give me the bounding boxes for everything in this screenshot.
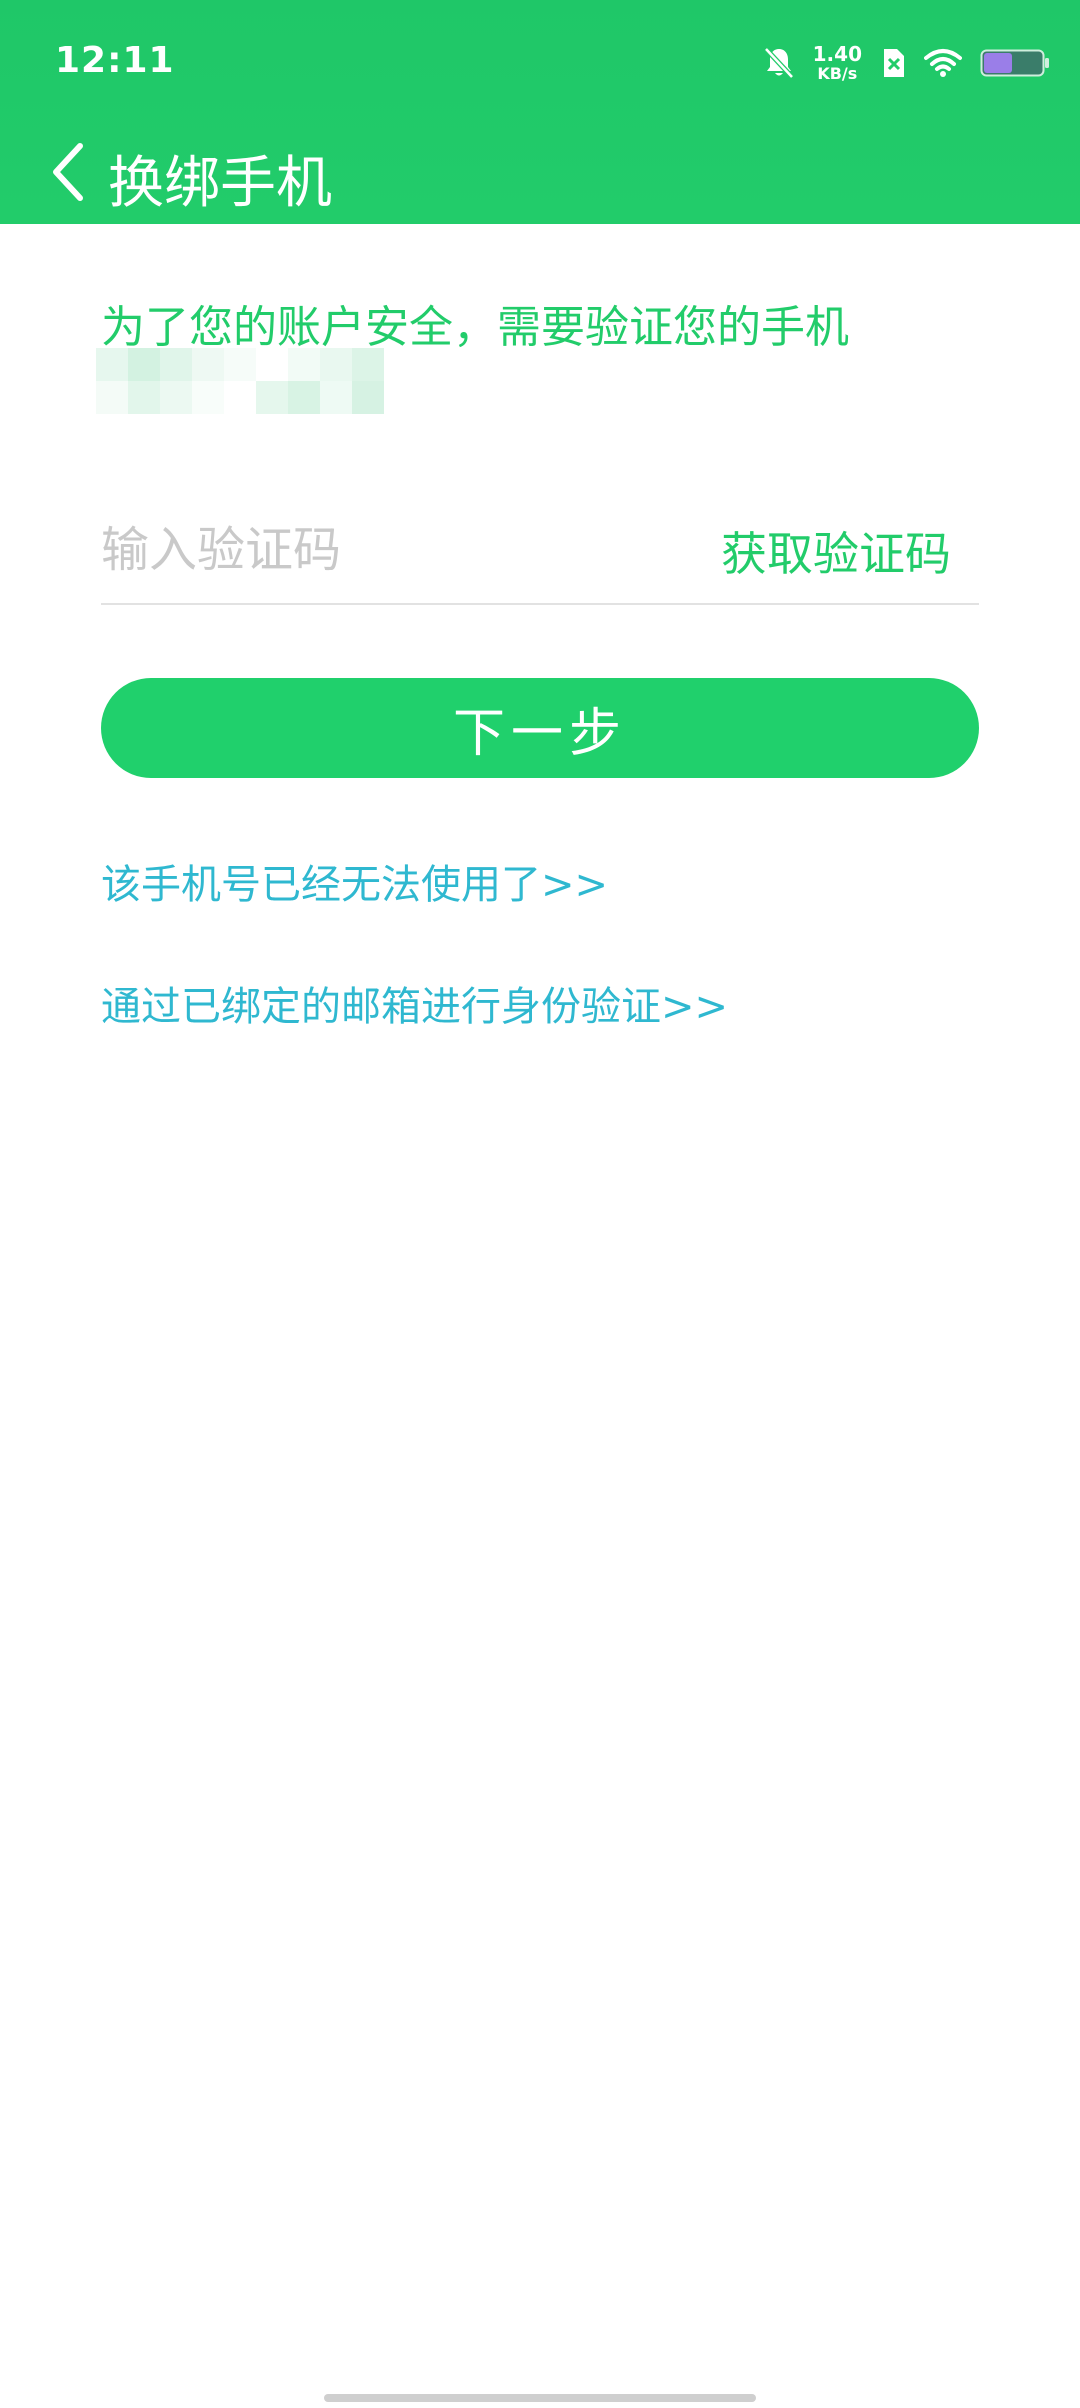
- input-underline: [101, 603, 979, 605]
- bell-off-icon: [763, 47, 794, 79]
- verification-code-input[interactable]: [101, 510, 661, 590]
- page-title: 换绑手机: [108, 151, 332, 216]
- get-code-button[interactable]: 获取验证码: [721, 518, 951, 584]
- wifi-icon: [924, 49, 962, 77]
- verification-code-row: 获取验证码: [101, 510, 979, 604]
- screen: 12:11 1.40 KB/s 换绑手机 为了您的账户安全，需要验证您的手机 输…: [0, 0, 1080, 2408]
- battery-icon: [980, 49, 1049, 77]
- next-step-button[interactable]: 下一步: [101, 678, 979, 778]
- chevron-left-icon: [53, 143, 83, 201]
- header: 12:11 1.40 KB/s 换绑手机: [0, 0, 1080, 224]
- masked-phone-number: [96, 348, 384, 414]
- app-bar: 换绑手机: [0, 120, 1080, 224]
- status-bar: 12:11 1.40 KB/s: [0, 0, 1080, 126]
- status-icons: 1.40 KB/s: [763, 38, 1050, 88]
- status-time: 12:11: [55, 40, 175, 81]
- net-speed: 1.40 KB/s: [813, 44, 862, 82]
- net-speed-value: 1.40: [812, 42, 862, 66]
- sim-x-icon: [884, 49, 904, 77]
- phone-unusable-link[interactable]: 该手机号已经无法使用了>>: [101, 852, 608, 910]
- back-button[interactable]: [28, 120, 108, 224]
- net-speed-unit: KB/s: [817, 64, 858, 83]
- home-indicator[interactable]: [324, 2394, 756, 2402]
- email-verify-link[interactable]: 通过已绑定的邮箱进行身份验证>>: [101, 974, 728, 1032]
